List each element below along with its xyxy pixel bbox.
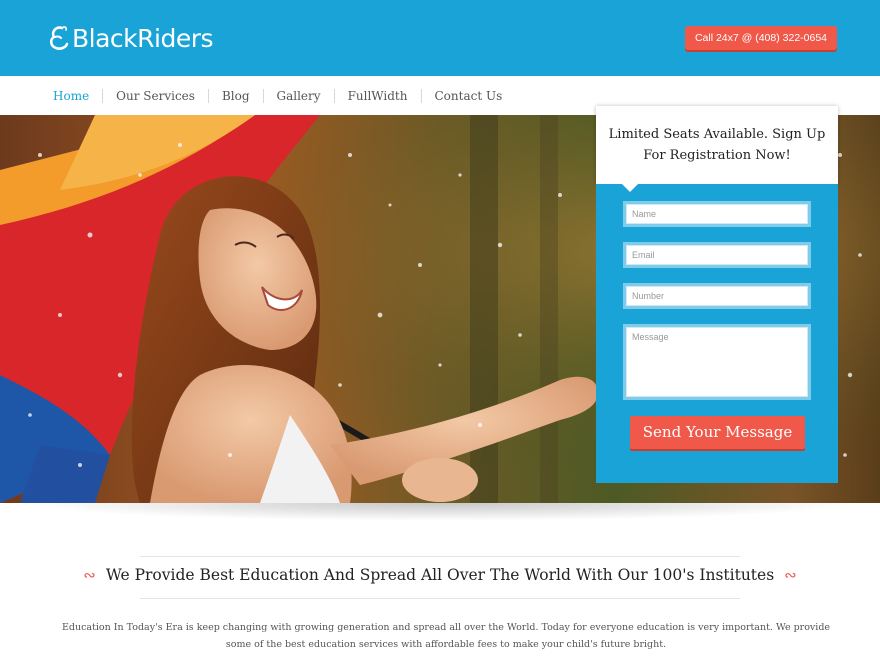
message-field-wrap: Message (623, 324, 811, 400)
section-heading-text: We Provide Best Education And Spread All… (105, 566, 775, 584)
logo-text: BlackRiders (72, 23, 214, 53)
number-field-wrap: Number (623, 283, 811, 309)
message-field[interactable]: Message (626, 327, 808, 397)
email-field-wrap: Email (623, 242, 811, 268)
nav-item-contact-us[interactable]: Contact Us (420, 88, 516, 103)
nav-item-gallery[interactable]: Gallery (262, 88, 334, 103)
form-header-arrow (622, 184, 638, 192)
logo[interactable]: BlackRiders (48, 22, 214, 54)
registration-form: Limited Seats Available. Sign Up For Reg… (596, 106, 838, 483)
nav-item-our-services[interactable]: Our Services (102, 88, 208, 103)
swirl-right-icon: ∾ (784, 566, 797, 584)
call-button[interactable]: Call 24x7 @ (408) 322-0654 (685, 26, 837, 50)
form-header: Limited Seats Available. Sign Up For Reg… (596, 106, 838, 184)
section-heading: ∾ We Provide Best Education And Spread Al… (0, 566, 880, 584)
nav-item-home[interactable]: Home (40, 89, 102, 103)
hero-shadow (20, 503, 860, 521)
divider-bottom (140, 598, 740, 599)
name-field-wrap: Name (623, 201, 811, 227)
send-message-button[interactable]: Send Your Message (630, 416, 805, 449)
name-field[interactable]: Name (626, 204, 808, 224)
nav-item-fullwidth[interactable]: FullWidth (333, 88, 421, 103)
section-description: Education In Today's Era is keep changin… (61, 622, 831, 650)
form-title: Limited Seats Available. Sign Up For Reg… (608, 127, 826, 163)
swirl-left-icon: ∾ (83, 566, 96, 584)
logo-icon (49, 26, 69, 50)
number-field[interactable]: Number (626, 286, 808, 306)
email-field[interactable]: Email (626, 245, 808, 265)
nav-item-blog[interactable]: Blog (207, 88, 263, 103)
site-header: BlackRiders Call 24x7 @ (408) 322-0654 (0, 0, 880, 76)
nav-list: Home Our Services Blog Gallery FullWidth… (40, 76, 515, 115)
divider-top (140, 556, 740, 557)
